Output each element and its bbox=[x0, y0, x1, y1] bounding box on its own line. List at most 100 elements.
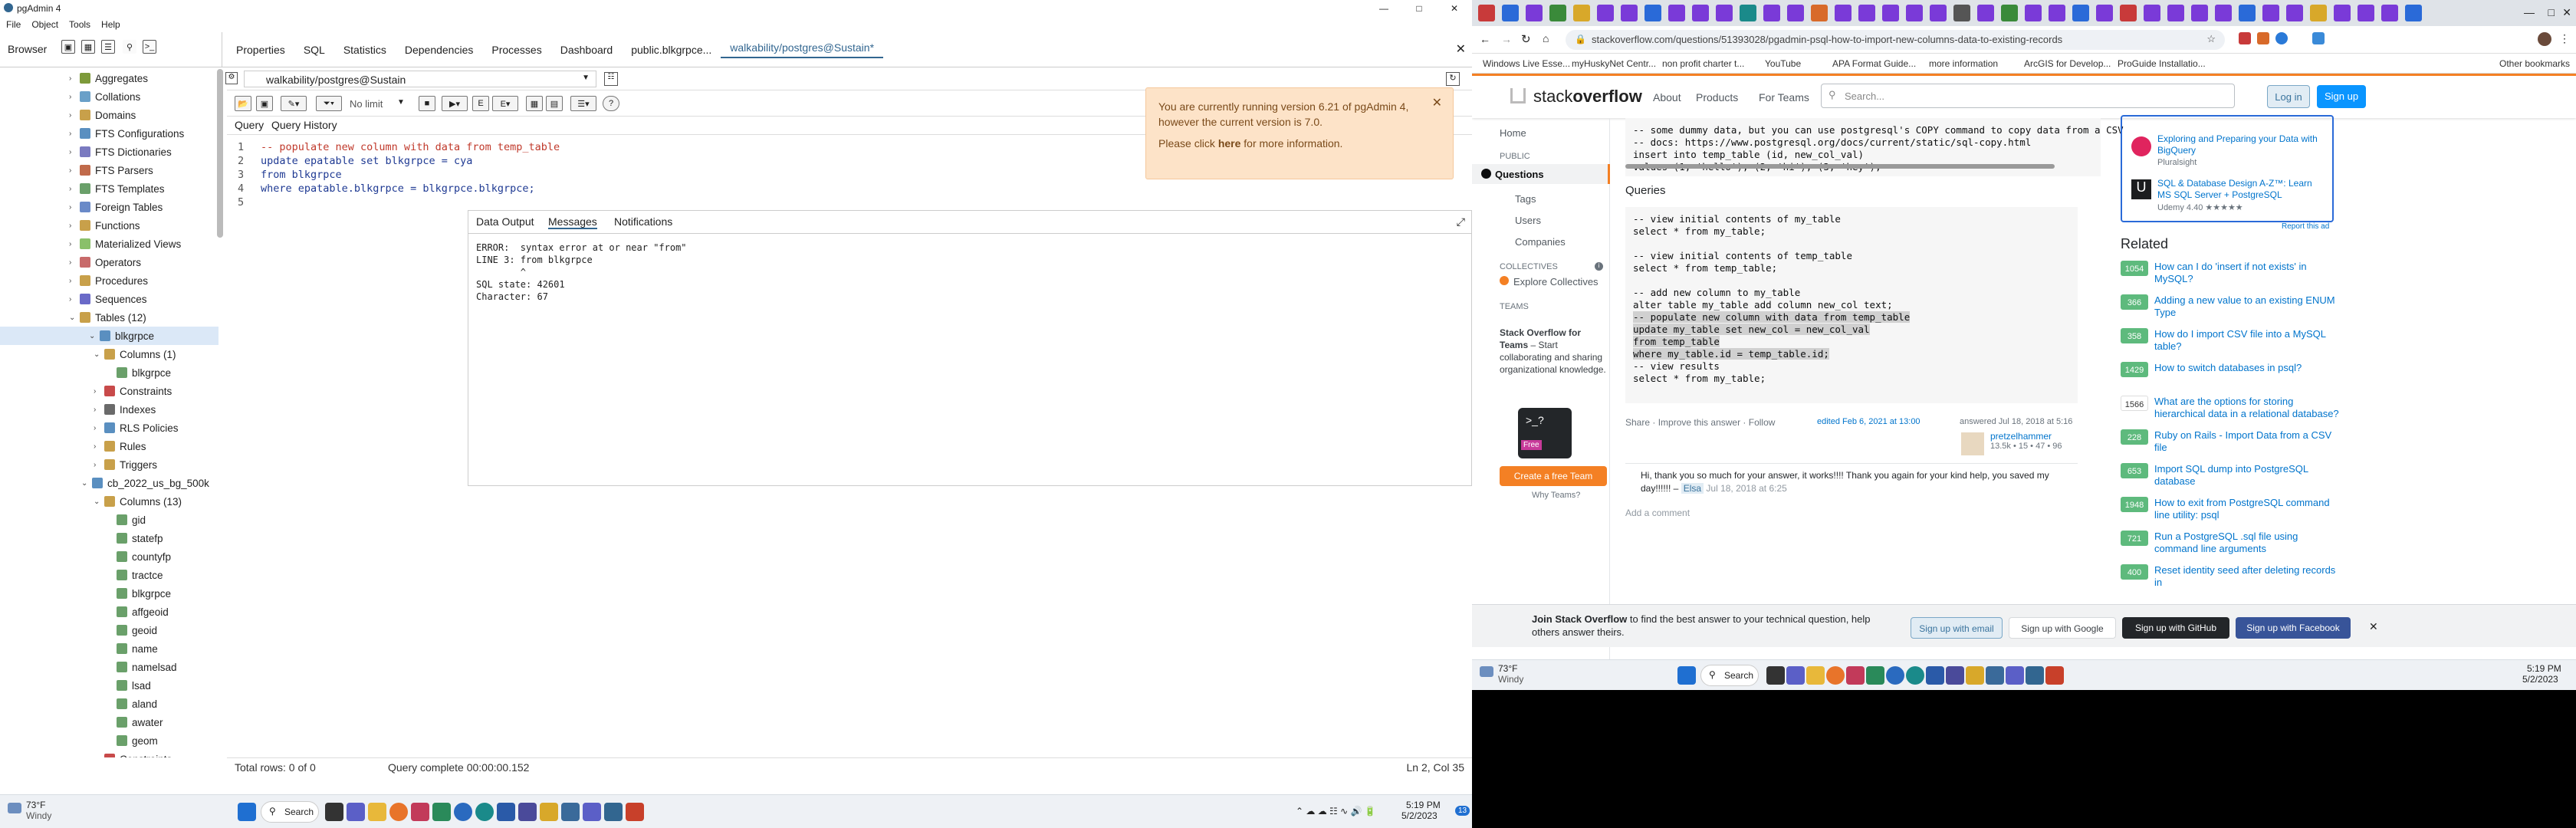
app-icon[interactable] bbox=[432, 803, 451, 821]
chevron-icon[interactable]: › bbox=[69, 185, 80, 193]
tree-node[interactable]: › Functions bbox=[69, 216, 140, 235]
rollback-icon[interactable]: ▤ bbox=[546, 96, 563, 111]
refresh-icon[interactable]: ↻ bbox=[1446, 72, 1460, 86]
menu-file[interactable]: File bbox=[6, 19, 21, 30]
menu-tools[interactable]: Tools bbox=[69, 19, 90, 30]
related-question-title[interactable]: How do I import CSV file into a MySQL ta… bbox=[2154, 328, 2343, 353]
browser-tab-favicon[interactable] bbox=[1977, 5, 1994, 21]
file-explorer-icon[interactable] bbox=[1806, 666, 1825, 685]
browser-tab-favicon[interactable] bbox=[1811, 5, 1828, 21]
related-question-title[interactable]: What are the options for storing hierarc… bbox=[2154, 396, 2343, 420]
tree-node[interactable]: geom bbox=[106, 731, 158, 750]
signup-github-button[interactable]: Sign up with GitHub bbox=[2122, 617, 2229, 639]
browser-tab-favicon[interactable] bbox=[2049, 5, 2065, 21]
search-icon[interactable]: ⚲ bbox=[123, 40, 136, 54]
related-question-title[interactable]: Run a PostgreSQL .sql file using command… bbox=[2154, 531, 2343, 555]
maximize-icon[interactable]: □ bbox=[2548, 6, 2555, 18]
add-comment-link[interactable]: Add a comment bbox=[1625, 508, 1690, 518]
tree-node[interactable]: geoid bbox=[106, 621, 157, 639]
bookmark-item[interactable]: Other bookmarks bbox=[2499, 58, 2570, 69]
pgadmin-icon[interactable] bbox=[561, 803, 580, 821]
notice-link[interactable]: here bbox=[1218, 137, 1241, 150]
chevron-icon[interactable]: › bbox=[94, 406, 104, 414]
chevron-icon[interactable]: › bbox=[69, 240, 80, 248]
notification-badge[interactable]: 13 bbox=[1455, 806, 1470, 816]
related-question-title[interactable]: How to exit from PostgreSQL command line… bbox=[2154, 497, 2343, 521]
close-icon[interactable]: ✕ bbox=[2369, 620, 2378, 633]
menu-help[interactable]: Help bbox=[101, 19, 120, 30]
bookmark-item[interactable]: Windows Live Esse... bbox=[1483, 58, 1570, 69]
browser-tab-favicon[interactable] bbox=[1502, 5, 1519, 21]
nav-tags[interactable]: Tags bbox=[1515, 193, 1536, 205]
chevron-icon[interactable]: › bbox=[69, 166, 80, 175]
improve-link[interactable]: Improve this answer bbox=[1658, 417, 1740, 428]
chevron-icon[interactable]: › bbox=[69, 295, 80, 304]
browser-tab-favicon[interactable] bbox=[2144, 5, 2160, 21]
signup-google-button[interactable]: Sign up with Google bbox=[2009, 617, 2116, 639]
tree-node[interactable]: › Sequences bbox=[69, 290, 147, 308]
tree-node[interactable]: gid bbox=[106, 511, 146, 529]
browser-tab-favicon[interactable] bbox=[2215, 5, 2232, 21]
ad-title[interactable]: SQL & Database Design A-Z™: Learn MS SQL… bbox=[2157, 178, 2326, 201]
browser-tab-favicon[interactable] bbox=[1692, 5, 1709, 21]
browser-tab-favicon[interactable] bbox=[2001, 5, 2018, 21]
browser-tab-favicon[interactable] bbox=[1716, 5, 1733, 21]
minimize-icon[interactable]: — bbox=[1366, 0, 1401, 17]
tree-node[interactable]: › Aggregates bbox=[69, 69, 148, 87]
teams-chat-icon[interactable] bbox=[347, 803, 365, 821]
close-panel-icon[interactable]: ✕ bbox=[1456, 41, 1466, 57]
tab-query-tool[interactable]: walkability/postgres@Sustain* bbox=[721, 41, 884, 58]
nav-explore-collectives[interactable]: Explore Collectives bbox=[1513, 276, 1598, 288]
related-question[interactable]: 1054 How can I do 'insert if not exists' … bbox=[2121, 261, 2343, 288]
taskbar-search[interactable]: ⚲ Search bbox=[261, 801, 319, 823]
browser-tab-favicon[interactable] bbox=[2334, 5, 2351, 21]
edited-link[interactable]: edited Feb 6, 2021 at 13:00 bbox=[1817, 417, 1921, 426]
browser-tab-favicon[interactable] bbox=[1882, 5, 1899, 21]
related-question-title[interactable]: How can I do 'insert if not exists' in M… bbox=[2154, 261, 2343, 285]
server-icon[interactable]: ▣ bbox=[61, 40, 75, 54]
edit-icon[interactable]: ✎▾ bbox=[281, 96, 307, 111]
login-button[interactable]: Log in bbox=[2267, 85, 2310, 108]
pgadmin-icon[interactable] bbox=[604, 803, 623, 821]
related-question[interactable]: 1429 How to switch databases in psql? bbox=[2121, 362, 2343, 389]
extension-icon[interactable] bbox=[2275, 32, 2288, 44]
browser-tab-favicon[interactable] bbox=[2381, 5, 2398, 21]
tree-node[interactable]: › RLS Policies bbox=[94, 419, 179, 437]
browser-tab-favicon[interactable] bbox=[1740, 5, 1756, 21]
extension-icon[interactable] bbox=[2312, 32, 2325, 44]
bookmark-item[interactable]: myHuskyNet Centr... bbox=[1572, 58, 1656, 69]
app-icon[interactable] bbox=[1946, 666, 1964, 685]
tree-node[interactable]: ⌄ Columns (13) bbox=[94, 492, 182, 511]
table-icon[interactable]: ▦ bbox=[81, 40, 95, 54]
taskbar-search[interactable]: ⚲ Search bbox=[1700, 665, 1759, 686]
browser-tab-favicon[interactable] bbox=[2358, 5, 2374, 21]
reload-icon[interactable]: ↻ bbox=[1521, 32, 1531, 46]
bookmark-item[interactable]: APA Format Guide... bbox=[1832, 58, 1916, 69]
chevron-icon[interactable]: › bbox=[69, 111, 80, 120]
tree-node[interactable]: ⌄ cb_2022_us_bg_500k bbox=[81, 474, 209, 492]
report-ad-link[interactable]: Report this ad bbox=[2282, 222, 2329, 231]
nav-home[interactable]: Home bbox=[1500, 127, 1526, 139]
tab-messages[interactable]: Messages bbox=[548, 215, 597, 229]
browser-tab-favicon[interactable] bbox=[2286, 5, 2303, 21]
maximize-icon[interactable]: □ bbox=[1401, 0, 1437, 17]
tab-properties[interactable]: Properties bbox=[227, 44, 294, 56]
related-question-title[interactable]: How to switch databases in psql? bbox=[2154, 362, 2343, 374]
browser-tab-favicon[interactable] bbox=[1906, 5, 1923, 21]
database-icon[interactable]: ☷ bbox=[604, 72, 618, 86]
tab-data-output[interactable]: Data Output bbox=[476, 215, 534, 228]
chevron-icon[interactable]: › bbox=[69, 258, 80, 267]
word-icon[interactable] bbox=[1926, 666, 1944, 685]
nav-about[interactable]: About bbox=[1653, 91, 1681, 104]
app-icon[interactable] bbox=[1966, 666, 1984, 685]
browser-tab-favicon[interactable] bbox=[1573, 5, 1590, 21]
chevron-icon[interactable]: › bbox=[69, 130, 80, 138]
browser-tab-favicon[interactable] bbox=[1835, 5, 1852, 21]
browser-tab-favicon[interactable] bbox=[2191, 5, 2208, 21]
windows-start-icon[interactable] bbox=[238, 803, 256, 821]
tab-dependencies[interactable]: Dependencies bbox=[396, 44, 483, 56]
tree-node[interactable]: ⌄ Tables (12) bbox=[69, 308, 146, 327]
commit-icon[interactable]: ▦ bbox=[526, 96, 543, 111]
tree-node[interactable]: › FTS Dictionaries bbox=[69, 143, 172, 161]
star-icon[interactable]: ☆ bbox=[2206, 33, 2216, 45]
